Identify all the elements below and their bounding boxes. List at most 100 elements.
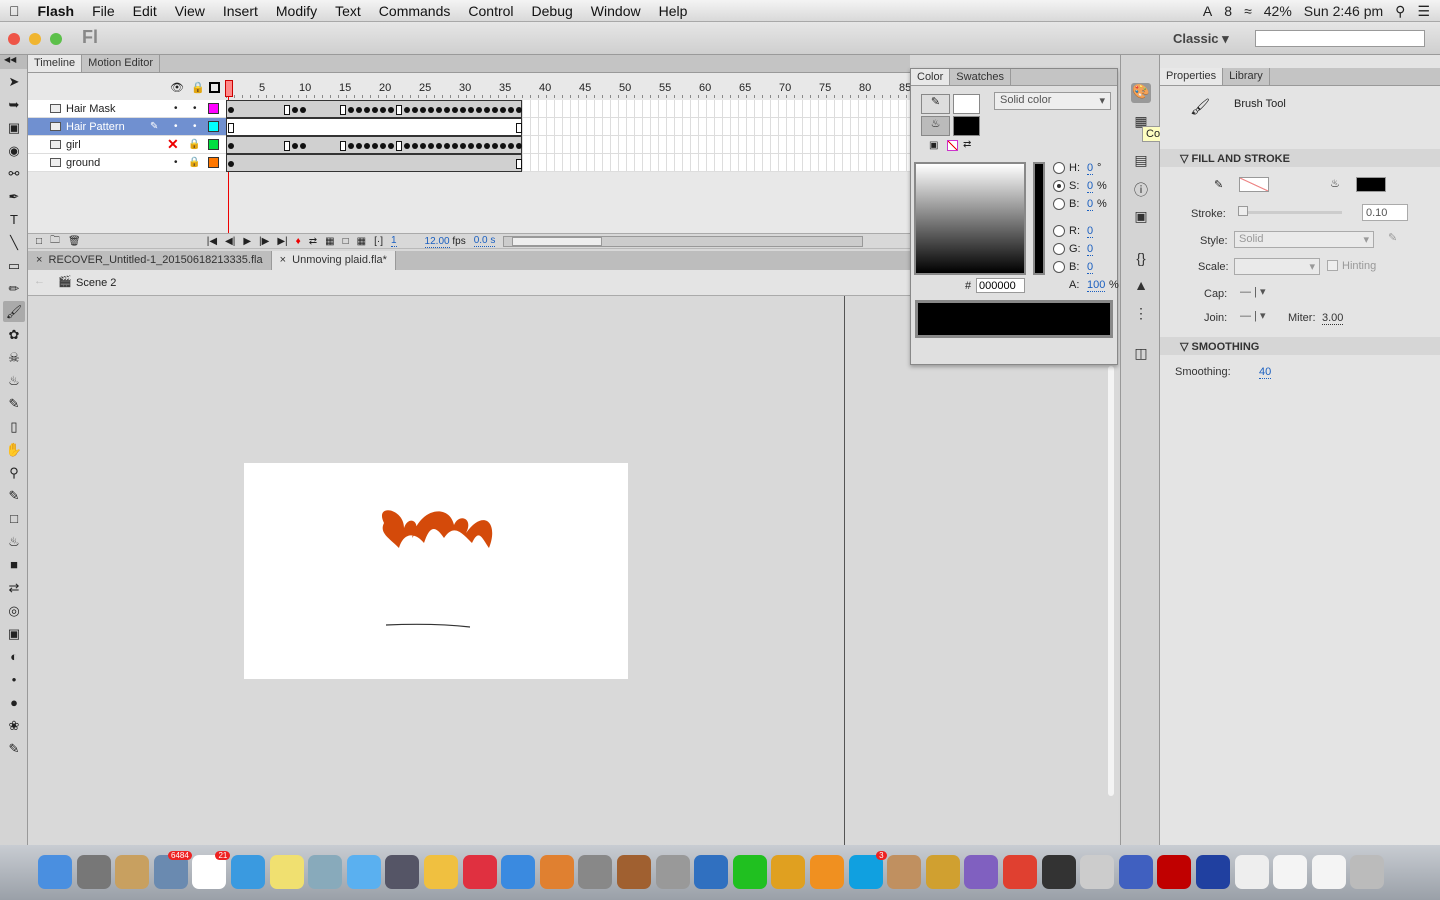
stroke-color-swatch[interactable]	[1239, 177, 1269, 192]
current-frame[interactable]: 1	[390, 235, 397, 247]
dock-archive-icon[interactable]	[925, 855, 960, 889]
battery-level[interactable]: 42%	[1264, 3, 1292, 19]
dock-itunes-icon[interactable]	[462, 855, 497, 889]
dock-preview-icon[interactable]	[308, 855, 343, 889]
color-picker-field[interactable]	[914, 162, 1026, 275]
zoom-window-button[interactable]	[50, 33, 62, 45]
keyframe[interactable]	[388, 143, 394, 149]
keyframe[interactable]	[348, 143, 354, 149]
onion-markers-icon[interactable]: [·]	[374, 236, 383, 247]
empty-frames[interactable]	[522, 118, 910, 136]
menu-file[interactable]: File	[83, 3, 124, 19]
menu-commands[interactable]: Commands	[370, 3, 460, 19]
tab-library[interactable]: Library	[1223, 68, 1270, 85]
keyframe[interactable]	[364, 107, 370, 113]
visible-dot-icon[interactable]: •	[174, 121, 178, 132]
wifi-icon[interactable]: ≈	[1244, 3, 1252, 19]
onion-outline-icon[interactable]: □	[343, 236, 349, 247]
blank-keyframe[interactable]	[396, 105, 402, 115]
brightness-slider[interactable]	[1033, 162, 1045, 275]
keyframe[interactable]	[372, 143, 378, 149]
blank-keyframe[interactable]	[228, 123, 234, 133]
hand-tool-icon[interactable]: ✋	[3, 439, 25, 460]
keyframe[interactable]	[428, 143, 434, 149]
zoom-tool-icon[interactable]: ⚲	[3, 462, 25, 483]
lock-fill-icon[interactable]: ◐	[3, 646, 25, 667]
components-icon[interactable]: ▲	[1131, 277, 1151, 297]
frame-span[interactable]	[226, 100, 522, 118]
dock-pdf-icon[interactable]	[1234, 855, 1269, 889]
keyframe[interactable]	[484, 107, 490, 113]
dock-audition-icon[interactable]	[1196, 855, 1230, 889]
dock-ibooks-icon[interactable]	[810, 855, 844, 889]
spotlight-icon[interactable]: ⚲	[1395, 3, 1405, 20]
minimize-window-button[interactable]	[29, 33, 41, 45]
edit-stroke-style-icon[interactable]: ✎	[1388, 231, 1397, 244]
frame-ruler[interactable]	[226, 95, 910, 98]
dock-flash-icon[interactable]	[1157, 855, 1192, 889]
subselection-tool-icon[interactable]: ➥	[3, 94, 25, 115]
layer-row[interactable]: Hair Mask • •	[28, 100, 226, 118]
keyframe[interactable]	[228, 143, 234, 149]
hex-input[interactable]	[976, 278, 1025, 293]
keyframe[interactable]	[356, 107, 362, 113]
join-dropdown[interactable]: — | ▾	[1240, 309, 1266, 322]
info-icon[interactable]: ⓘ	[1131, 180, 1151, 200]
value-s[interactable]: 0	[1087, 180, 1094, 193]
dock-downloads-icon[interactable]	[1273, 855, 1308, 889]
workspace-switcher[interactable]: Classic ▾	[1173, 31, 1229, 47]
play-button[interactable]: ▶	[243, 236, 251, 247]
library-icon[interactable]: ◫	[1131, 345, 1151, 365]
stroke-swatch-icon[interactable]: □	[3, 508, 25, 529]
next-frame-button[interactable]: |▶	[259, 236, 269, 247]
layer-color-swatch[interactable]	[208, 121, 219, 132]
elapsed-time[interactable]: 0.0 s	[473, 235, 496, 247]
new-layer-icon[interactable]: □	[36, 236, 42, 247]
keyframe[interactable]	[484, 143, 490, 149]
deco-tool-icon[interactable]: ✿	[3, 324, 25, 345]
keyframe[interactable]	[404, 143, 410, 149]
radio-g[interactable]	[1053, 243, 1065, 255]
menu-debug[interactable]: Debug	[523, 3, 582, 19]
blank-keyframe[interactable]	[340, 141, 346, 151]
frame-span[interactable]	[226, 136, 522, 154]
radio-b2[interactable]	[1053, 261, 1065, 273]
center-frame-icon[interactable]: ♦	[296, 236, 301, 247]
dock-photo-icon[interactable]	[655, 855, 690, 889]
onion-skin-icon[interactable]: ▦	[325, 236, 334, 247]
keyframe[interactable]	[380, 107, 386, 113]
outline-all-icon[interactable]	[209, 82, 220, 93]
keyframe[interactable]	[364, 143, 370, 149]
dock-trash-icon[interactable]	[1350, 855, 1385, 889]
swap-colors-icon[interactable]: ⇄	[963, 139, 971, 150]
dock-mail-stamp-icon[interactable]: 6484	[153, 851, 192, 889]
scrollbar-thumb[interactable]	[512, 236, 603, 246]
layer-row[interactable]: Hair Pattern ✎ • •	[28, 118, 226, 136]
color-type-dropdown[interactable]: Solid color ▾	[994, 92, 1111, 110]
layer-row[interactable]: ground • 🔒	[28, 154, 226, 172]
smoothing-value[interactable]: 40	[1259, 366, 1272, 379]
dock-calendar-icon[interactable]: 21	[192, 851, 231, 889]
keyframe[interactable]	[460, 107, 466, 113]
snap-icon[interactable]: ◎	[3, 600, 25, 621]
keyframe[interactable]	[300, 143, 306, 149]
keyframe[interactable]	[508, 143, 514, 149]
blank-keyframe[interactable]	[284, 105, 290, 115]
fill-stroke-section[interactable]: ▽ FILL AND STROKE	[1160, 149, 1440, 167]
scene-name[interactable]: Scene 2	[76, 277, 116, 289]
stroke-color-icon[interactable]: ✎	[921, 94, 950, 114]
lock-icon[interactable]: 🔒	[188, 157, 200, 168]
blank-keyframe[interactable]	[340, 105, 346, 115]
menu-modify[interactable]: Modify	[267, 3, 326, 19]
style-dropdown[interactable]: Solid ▾	[1234, 231, 1374, 248]
layer-name[interactable]: Hair Mask	[66, 103, 116, 115]
keyframe[interactable]	[460, 143, 466, 149]
fill-swatch-icon[interactable]: ■	[3, 554, 25, 575]
keyframe[interactable]	[444, 143, 450, 149]
brush-shape-icon[interactable]: ●	[3, 692, 25, 713]
brush-size-icon[interactable]: •	[3, 669, 25, 690]
keyframe[interactable]	[436, 107, 442, 113]
dock-safari-icon[interactable]	[231, 855, 265, 889]
layer-color-swatch[interactable]	[208, 103, 219, 114]
keyframe[interactable]	[476, 107, 482, 113]
